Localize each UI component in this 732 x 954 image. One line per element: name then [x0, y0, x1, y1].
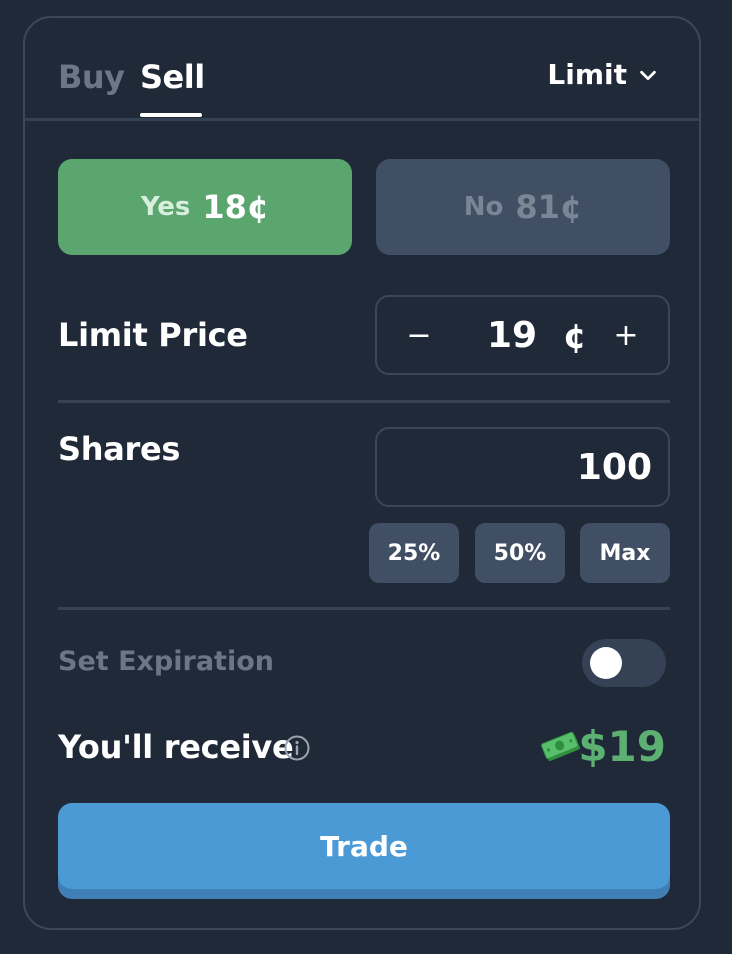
tab-buy[interactable]: Buy — [58, 58, 125, 96]
trade-button[interactable]: Trade — [58, 803, 670, 899]
shares-input[interactable] — [375, 427, 670, 507]
receive-label: You'll receive — [58, 728, 294, 766]
limit-price-stepper: − 19 ¢ + — [375, 295, 670, 375]
limit-price-value[interactable]: 19 — [487, 315, 537, 356]
info-icon[interactable] — [283, 734, 311, 762]
outcome-yes-price: 18¢ — [202, 188, 270, 226]
active-tab-indicator — [140, 113, 202, 117]
decrement-button[interactable]: − — [389, 297, 449, 373]
order-type-dropdown[interactable]: Limit — [547, 58, 659, 91]
set-expiration-label: Set Expiration — [58, 646, 274, 677]
toggle-knob — [590, 647, 622, 679]
buy-sell-tabs: Buy Sell Limit — [25, 18, 699, 121]
quick-25-percent-button[interactable]: 25% — [369, 523, 459, 583]
outcome-yes-button[interactable]: Yes 18¢ — [58, 159, 352, 255]
shares-label: Shares — [58, 430, 181, 468]
outcome-no-label: No — [463, 192, 504, 222]
limit-price-unit: ¢ — [563, 317, 587, 357]
divider — [58, 400, 670, 403]
increment-button[interactable]: + — [596, 297, 656, 373]
order-type-label: Limit — [547, 58, 627, 91]
outcome-no-button[interactable]: No 81¢ — [376, 159, 670, 255]
outcome-no-price: 81¢ — [515, 188, 583, 226]
limit-price-label: Limit Price — [58, 316, 248, 354]
trade-button-label: Trade — [58, 803, 670, 889]
quick-50-percent-button[interactable]: 50% — [475, 523, 565, 583]
trade-panel: Buy Sell Limit Yes 18¢ No 81¢ Limit Pric… — [23, 16, 701, 930]
tab-sell[interactable]: Sell — [140, 58, 205, 96]
set-expiration-toggle[interactable] — [582, 639, 666, 687]
outcome-yes-label: Yes — [140, 192, 191, 222]
chevron-down-icon — [640, 70, 656, 80]
divider — [58, 607, 670, 610]
quick-max-button[interactable]: Max — [580, 523, 670, 583]
money-icon — [541, 731, 580, 762]
receive-amount: $19 — [578, 722, 666, 771]
